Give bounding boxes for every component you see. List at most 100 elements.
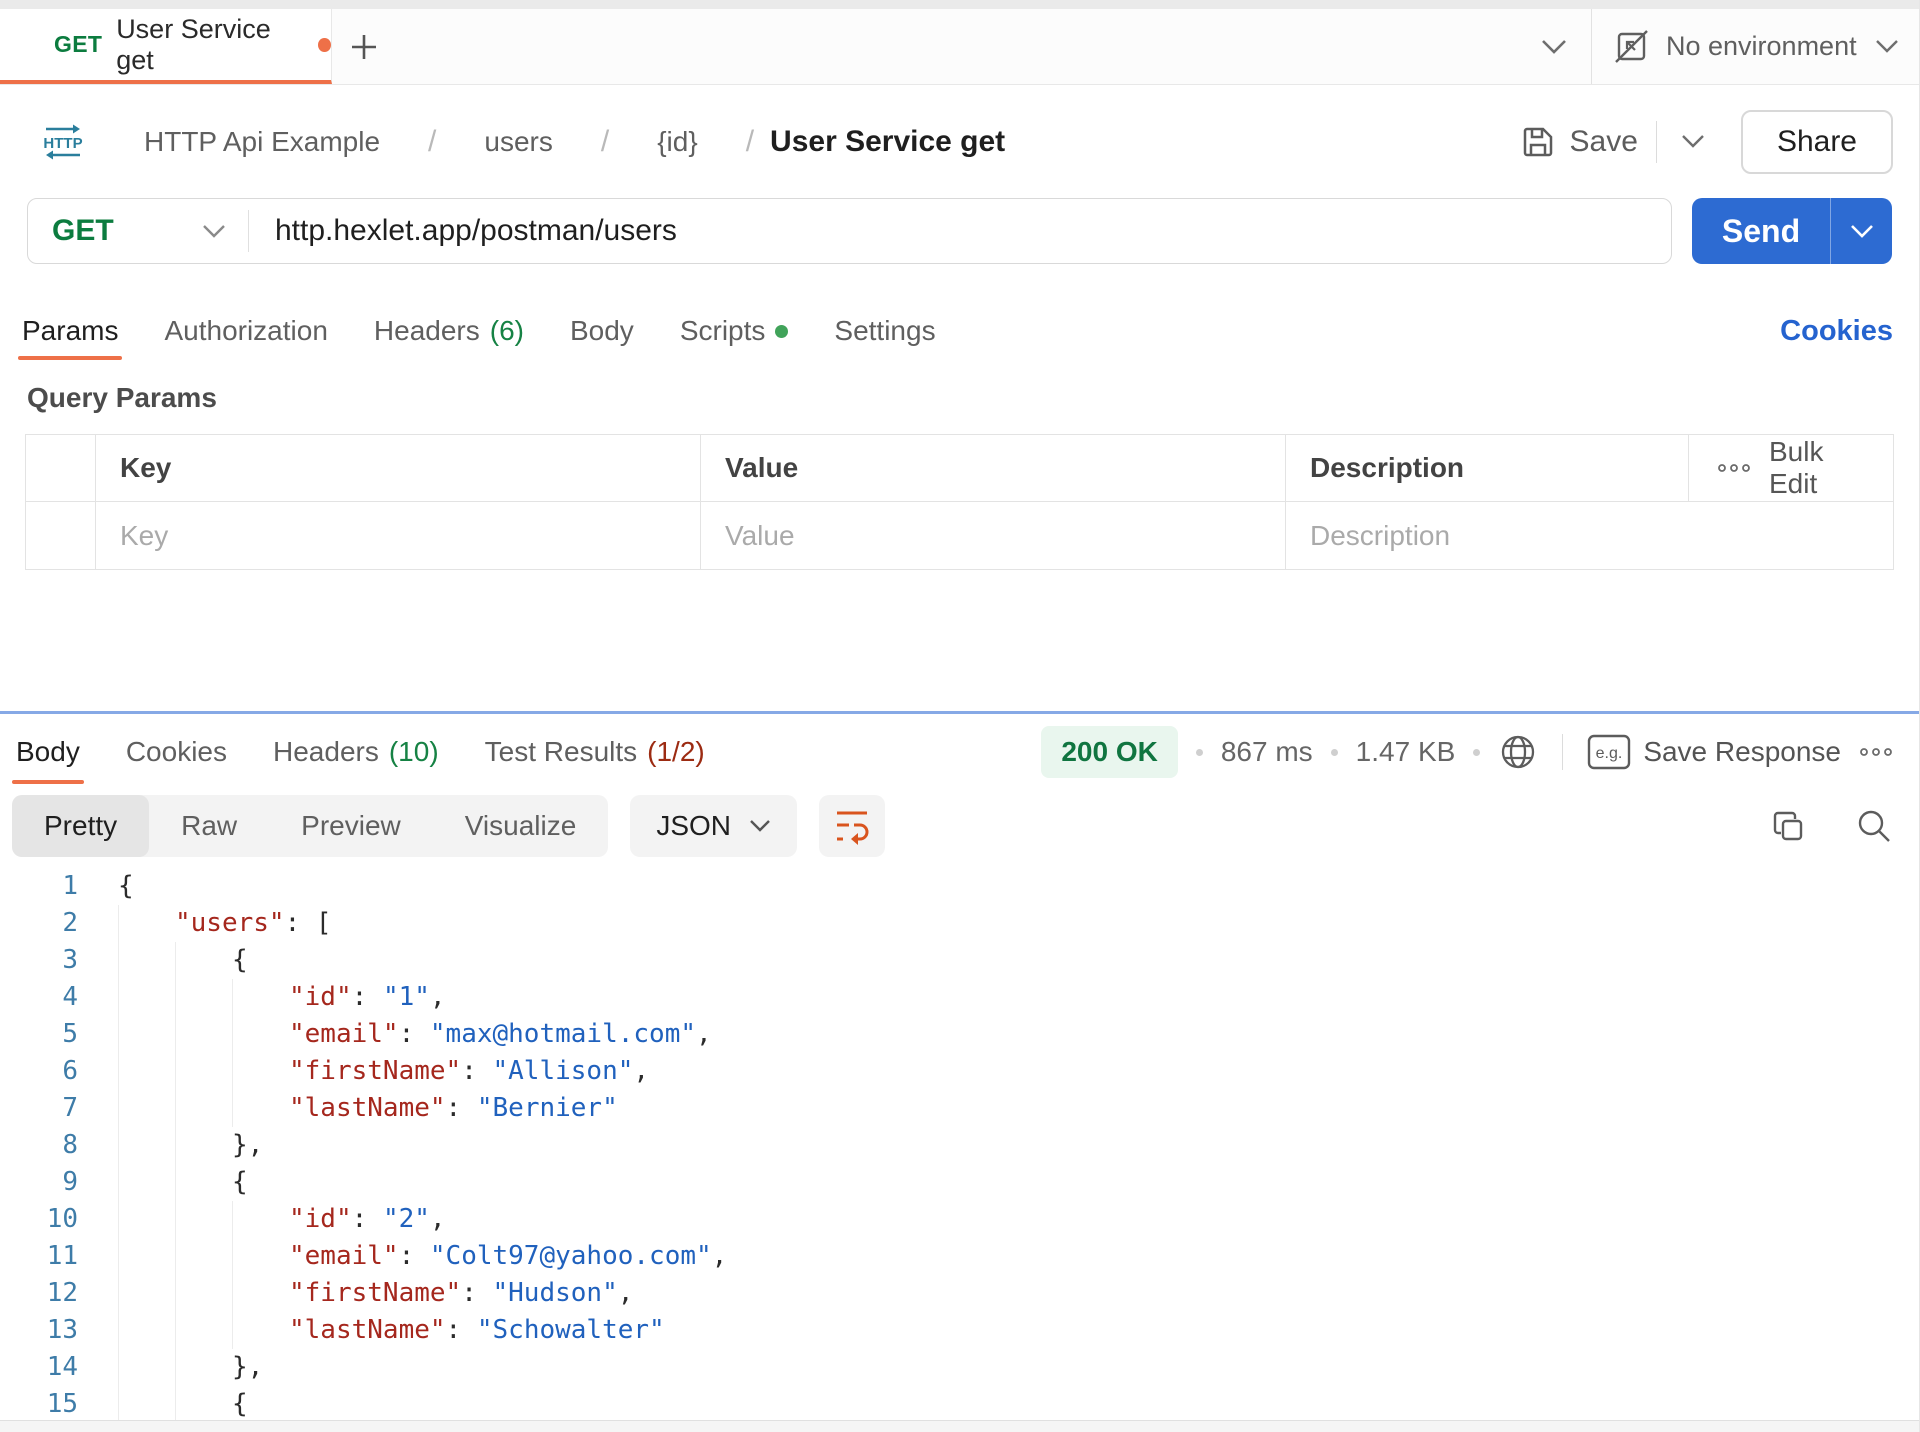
- json-punctuation: },: [232, 1349, 263, 1386]
- view-mode-raw[interactable]: Raw: [149, 795, 269, 857]
- search-in-body-button[interactable]: [1855, 807, 1893, 845]
- line-number[interactable]: 12: [0, 1275, 78, 1312]
- line-number[interactable]: 4: [0, 979, 78, 1016]
- json-string: "Hudson": [493, 1275, 618, 1312]
- code-line: 15 {: [0, 1386, 1919, 1420]
- query-params-header-row: Key Value Description Bulk Edit: [26, 435, 1893, 502]
- json-punctuation: ,: [712, 1238, 728, 1275]
- tab-list-dropdown-button[interactable]: [1517, 9, 1591, 84]
- tab-body[interactable]: Body: [566, 296, 638, 366]
- indent-guide: [232, 979, 289, 1016]
- line-number[interactable]: 11: [0, 1238, 78, 1275]
- chevron-down-icon: [1541, 39, 1567, 55]
- json-punctuation: :: [352, 1201, 383, 1238]
- line-number[interactable]: 9: [0, 1164, 78, 1201]
- cookies-link[interactable]: Cookies: [1780, 296, 1893, 366]
- tab-scripts[interactable]: Scripts: [676, 296, 793, 366]
- indent-guide: [232, 1053, 289, 1090]
- url-input[interactable]: [249, 214, 1671, 248]
- eg-badge-icon: e.g.: [1587, 734, 1631, 770]
- meta-dot: [1196, 749, 1203, 756]
- tab-settings[interactable]: Settings: [830, 296, 939, 366]
- indent-guide: [232, 1016, 289, 1053]
- response-more-actions-button[interactable]: [1859, 746, 1893, 758]
- line-number[interactable]: 5: [0, 1016, 78, 1053]
- indent-guide: [118, 1312, 175, 1349]
- response-body-editor[interactable]: 1{2"users": [3{4"id": "1",5"email": "max…: [0, 862, 1919, 1420]
- line-number[interactable]: 6: [0, 1053, 78, 1090]
- line-number[interactable]: 7: [0, 1090, 78, 1127]
- code-text: },: [118, 1127, 263, 1164]
- line-number[interactable]: 10: [0, 1201, 78, 1238]
- value-input[interactable]: [725, 520, 1261, 552]
- breadcrumb-separator: /: [428, 125, 436, 159]
- tab-params[interactable]: Params: [18, 296, 122, 366]
- send-options-button[interactable]: [1830, 198, 1892, 264]
- wrap-text-button[interactable]: [819, 795, 885, 857]
- environment-selector[interactable]: No environment: [1591, 9, 1919, 84]
- breadcrumb-folder-users[interactable]: users: [452, 126, 584, 158]
- save-options-button[interactable]: [1667, 134, 1719, 149]
- breadcrumb-collection[interactable]: HTTP Api Example: [112, 126, 412, 158]
- breadcrumb-folder-id[interactable]: {id}: [625, 126, 730, 158]
- format-select[interactable]: JSON: [630, 795, 797, 857]
- code-text: "id": "1",: [118, 979, 446, 1016]
- key-input[interactable]: [120, 520, 676, 552]
- tab-response-body[interactable]: Body: [12, 714, 84, 790]
- chevron-down-icon: [202, 224, 248, 239]
- copy-button[interactable]: [1769, 807, 1807, 845]
- request-tab[interactable]: GET User Service get: [0, 9, 332, 84]
- code-text: "lastName": "Schowalter": [118, 1312, 665, 1349]
- send-label[interactable]: Send: [1692, 198, 1830, 264]
- view-mode-preview[interactable]: Preview: [269, 795, 433, 857]
- indent-guide: [175, 1016, 232, 1053]
- share-button[interactable]: Share: [1741, 110, 1893, 174]
- line-number[interactable]: 13: [0, 1312, 78, 1349]
- tab-test-results[interactable]: Test Results (1/2): [481, 714, 709, 790]
- breadcrumb-separator: /: [746, 125, 754, 159]
- status-badge[interactable]: 200 OK: [1041, 726, 1178, 778]
- tab-response-cookies[interactable]: Cookies: [122, 714, 231, 790]
- save-response-button[interactable]: e.g. Save Response: [1587, 734, 1841, 770]
- query-params-title: Query Params: [0, 366, 1919, 426]
- view-mode-pretty[interactable]: Pretty: [12, 795, 149, 857]
- json-string: "2": [383, 1201, 430, 1238]
- response-body-actions: [1769, 807, 1893, 845]
- indent-guide: [118, 1275, 175, 1312]
- url-box: GET: [27, 198, 1672, 264]
- breadcrumb-separator: /: [601, 125, 609, 159]
- indent-guide: [175, 1201, 232, 1238]
- line-number[interactable]: 3: [0, 942, 78, 979]
- view-mode-visualize[interactable]: Visualize: [433, 795, 609, 857]
- json-string: "Allison": [493, 1053, 634, 1090]
- code-text: },: [118, 1349, 263, 1386]
- code-line: 2 "users": [: [0, 905, 1919, 942]
- tab-headers[interactable]: Headers (6): [370, 296, 528, 366]
- key-header-label: Key: [120, 452, 171, 484]
- network-info-button[interactable]: [1498, 732, 1538, 772]
- tab-authorization-label: Authorization: [164, 315, 327, 347]
- breadcrumb-current-request: User Service get: [770, 125, 1005, 159]
- json-punctuation: :: [352, 979, 383, 1016]
- line-number[interactable]: 8: [0, 1127, 78, 1164]
- save-button[interactable]: Save: [1520, 124, 1638, 160]
- three-dots-icon[interactable]: [1717, 462, 1751, 474]
- code-line: 4 "id": "1",: [0, 979, 1919, 1016]
- new-tab-button[interactable]: [332, 9, 396, 84]
- json-punctuation: ,: [618, 1275, 634, 1312]
- row-select-cell[interactable]: [26, 502, 96, 569]
- method-select[interactable]: GET: [28, 214, 248, 248]
- code-text: {: [118, 1386, 248, 1420]
- bulk-edit-button[interactable]: Bulk Edit: [1769, 436, 1869, 500]
- line-number[interactable]: 2: [0, 905, 78, 942]
- line-number[interactable]: 15: [0, 1386, 78, 1420]
- code-text: "users": [: [118, 905, 332, 942]
- line-number[interactable]: 1: [0, 868, 78, 905]
- tab-authorization[interactable]: Authorization: [160, 296, 331, 366]
- line-number[interactable]: 14: [0, 1349, 78, 1386]
- send-button[interactable]: Send: [1692, 198, 1892, 264]
- description-input[interactable]: [1310, 520, 1869, 552]
- headers-count-badge: (6): [490, 315, 524, 347]
- value-header-label: Value: [725, 452, 798, 484]
- tab-response-headers[interactable]: Headers (10): [269, 714, 443, 790]
